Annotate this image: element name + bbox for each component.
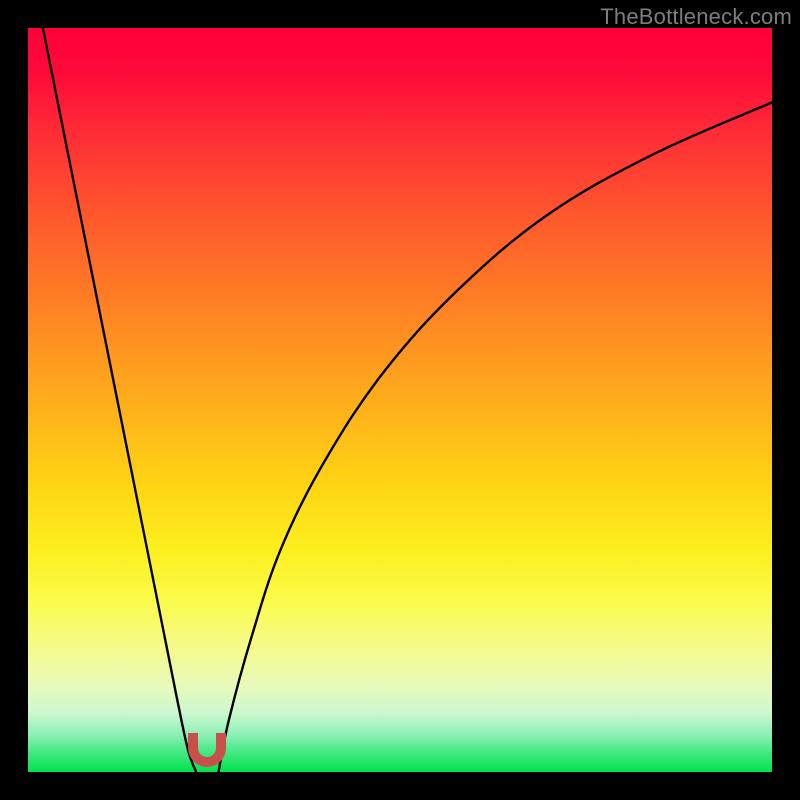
plot-area — [28, 28, 772, 772]
watermark-text: TheBottleneck.com — [600, 4, 792, 30]
curves-layer — [28, 28, 772, 772]
chart-frame: TheBottleneck.com — [0, 0, 800, 800]
bottleneck-curve-left — [43, 28, 196, 772]
bottleneck-curve-right — [218, 102, 772, 772]
